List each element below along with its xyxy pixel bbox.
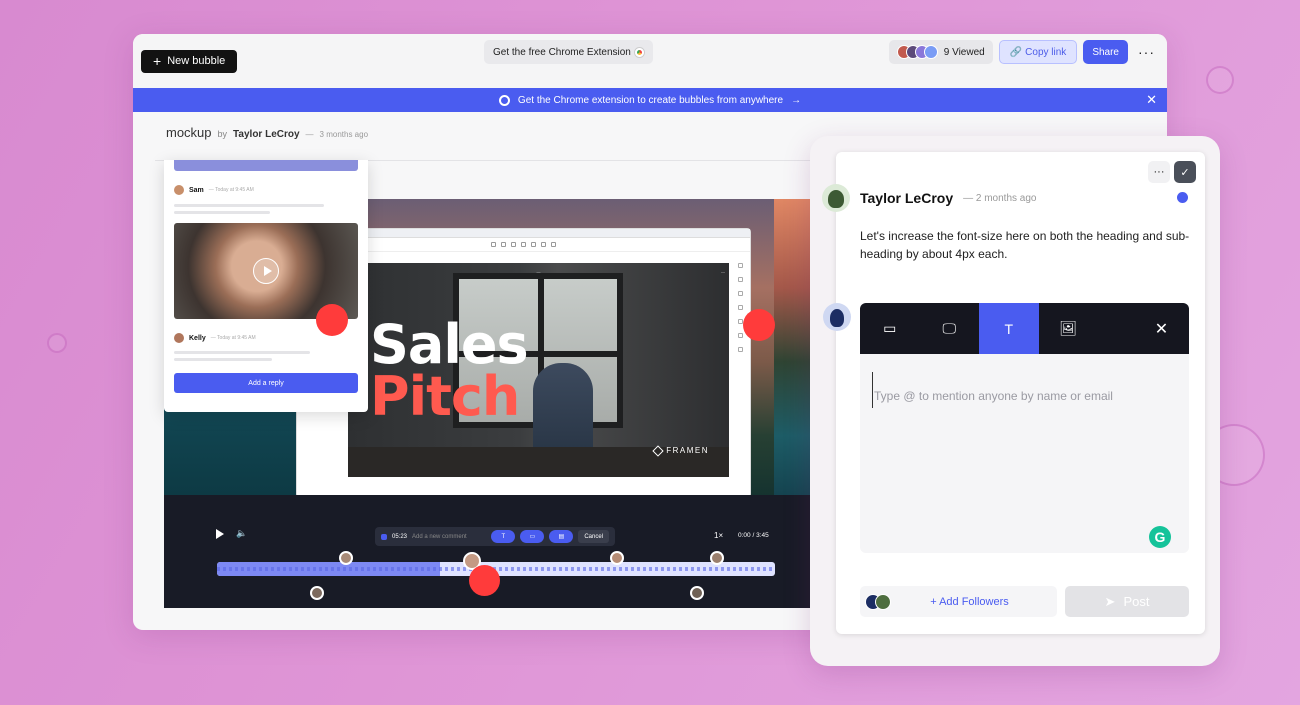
comment-actions: ··· ✓: [1148, 161, 1196, 183]
resolve-check-icon[interactable]: ✓: [1174, 161, 1196, 183]
send-icon: ➤: [1104, 593, 1116, 609]
composer-mode-tabs: ▭ 🖵 T 🖼 ✕: [860, 303, 1189, 354]
play-icon[interactable]: [253, 258, 279, 284]
plus-icon: +: [153, 53, 162, 69]
play-icon[interactable]: [216, 528, 224, 539]
timeline-comment-avatar[interactable]: [690, 586, 704, 600]
composer-avatar: [823, 303, 851, 331]
video-mode-icon[interactable]: ▭: [860, 303, 920, 354]
image-mode-icon[interactable]: 🖼: [1039, 303, 1099, 354]
comment-marker[interactable]: [316, 304, 348, 336]
viewer-avatars: [896, 45, 938, 59]
timeline-comment-bar[interactable]: 05:23 Add a new comment T ▭ ▤ Cancel: [375, 527, 615, 546]
decorative-circle: [1206, 66, 1234, 94]
screen-comment-icon[interactable]: ▤: [549, 530, 574, 543]
more-options-icon[interactable]: ···: [1134, 44, 1159, 60]
avatar: [174, 185, 184, 195]
author-name[interactable]: Taylor LeCroy: [233, 129, 300, 140]
reply-composer: ▭ 🖵 T 🖼 ✕ Type @ to mention anyone by na…: [860, 303, 1189, 553]
follower-avatars: [865, 593, 891, 610]
headline-line-1: Sales: [370, 313, 529, 376]
timeline-comment-avatar[interactable]: [610, 551, 624, 565]
video-player-controls: 🔈 05:23 Add a new comment T ▭ ▤ Cancel 1…: [164, 495, 854, 608]
by-label: by: [217, 129, 228, 139]
comment-marker[interactable]: [743, 309, 775, 341]
unread-indicator: [1177, 192, 1188, 203]
text-comment-icon[interactable]: T: [491, 530, 516, 543]
browser-side-tools: [733, 263, 747, 352]
comment-thread-panel: Sam — Today at 9:45 AM Kelly — Today at …: [164, 160, 368, 412]
toolbar-right: 9 Viewed 🔗 Copy link Share ···: [888, 40, 1159, 64]
avatar: [923, 45, 938, 59]
comment-author: Taylor LeCroy: [860, 190, 954, 206]
playback-controls: 🔈: [216, 528, 247, 539]
top-bar: + New bubble Get the free Chrome Extensi…: [133, 34, 1167, 88]
banner-text: Get the Chrome extension to create bubbl…: [517, 94, 784, 106]
list-item: Sam — Today at 9:45 AM: [164, 185, 368, 195]
link-icon: 🔗: [1009, 46, 1023, 58]
comment-time: — 2 months ago: [963, 192, 1037, 204]
chrome-icon: [498, 94, 510, 106]
video-comment-icon[interactable]: ▭: [520, 530, 545, 543]
timeline-comment-avatar[interactable]: [710, 551, 724, 565]
reply-input[interactable]: Type @ to mention anyone by name or emai…: [872, 372, 1189, 408]
chrome-icon: [634, 47, 644, 57]
decorative-circle: [47, 333, 67, 353]
viewers-badge[interactable]: 9 Viewed: [888, 40, 993, 64]
chrome-extension-banner[interactable]: Get the Chrome extension to create bubbl…: [133, 88, 1167, 112]
diamond-icon: [652, 444, 664, 457]
headline-line-2: Pitch: [370, 365, 520, 428]
thread-header: [174, 160, 358, 171]
slide-header: ———: [352, 269, 725, 274]
add-followers-label: + Add Followers: [930, 595, 1009, 608]
avatar: [823, 303, 851, 331]
bubble-title: mockup: [166, 125, 212, 140]
comment-author: Sam: [189, 186, 204, 194]
grammarly-icon[interactable]: G: [1149, 526, 1171, 548]
cancel-button[interactable]: Cancel: [578, 530, 609, 543]
chrome-extension-button[interactable]: Get the free Chrome Extension: [484, 40, 653, 64]
post-button[interactable]: ➤ Post: [1065, 586, 1189, 617]
comment-author: Kelly: [189, 334, 206, 342]
separator: —: [305, 130, 314, 139]
arrow-right-icon: →: [791, 94, 802, 106]
playback-time: 0:00 / 3:45: [738, 532, 769, 539]
add-reply-button[interactable]: Add a reply: [174, 373, 358, 393]
new-bubble-button[interactable]: + New bubble: [141, 49, 238, 73]
comment-marker[interactable]: [469, 565, 500, 596]
viewed-count: 9 Viewed: [943, 46, 985, 58]
comment-time: — Today at 9:45 AM: [210, 335, 256, 341]
breadcrumb: mockup by Taylor LeCroy — 3 months ago: [166, 125, 368, 140]
close-icon[interactable]: ✕: [1146, 92, 1157, 108]
comment-marker-icon: [381, 533, 387, 540]
timeline-comment-avatar[interactable]: [310, 586, 324, 600]
slide-headline: Sales Pitch: [370, 313, 529, 428]
copy-link-label: Copy link: [1025, 46, 1067, 58]
close-icon[interactable]: ✕: [1134, 303, 1189, 354]
add-followers-button[interactable]: + Add Followers: [860, 586, 1057, 617]
comment-body: Let's increase the font-size here on bot…: [860, 229, 1190, 261]
post-label: Post: [1123, 594, 1150, 609]
more-options-icon[interactable]: ···: [1148, 161, 1170, 183]
new-bubble-label: New bubble: [167, 55, 226, 67]
screen-mode-icon[interactable]: 🖵: [920, 303, 980, 354]
slide-brand: FRAMEN: [652, 444, 709, 457]
created-time: 3 months ago: [319, 130, 369, 139]
comment-time: — Today at 9:45 AM: [208, 187, 254, 193]
playback-speed[interactable]: 1×: [714, 531, 723, 540]
timeline-comment-avatar[interactable]: [339, 551, 353, 565]
share-button[interactable]: Share: [1083, 40, 1128, 64]
avatar: [822, 184, 850, 212]
comment-timestamp: 05:23: [392, 533, 408, 540]
avatar: [174, 333, 184, 343]
chrome-extension-label: Get the free Chrome Extension: [493, 46, 631, 58]
comment-header: Taylor LeCroy — 2 months ago: [822, 184, 1036, 212]
copy-link-button[interactable]: 🔗 Copy link: [998, 40, 1078, 64]
text-mode-icon[interactable]: T: [979, 303, 1039, 354]
volume-icon[interactable]: 🔈: [236, 528, 247, 539]
comment-placeholder[interactable]: Add a new comment: [412, 534, 486, 540]
brand-label: FRAMEN: [666, 446, 709, 455]
avatar: [875, 593, 891, 610]
